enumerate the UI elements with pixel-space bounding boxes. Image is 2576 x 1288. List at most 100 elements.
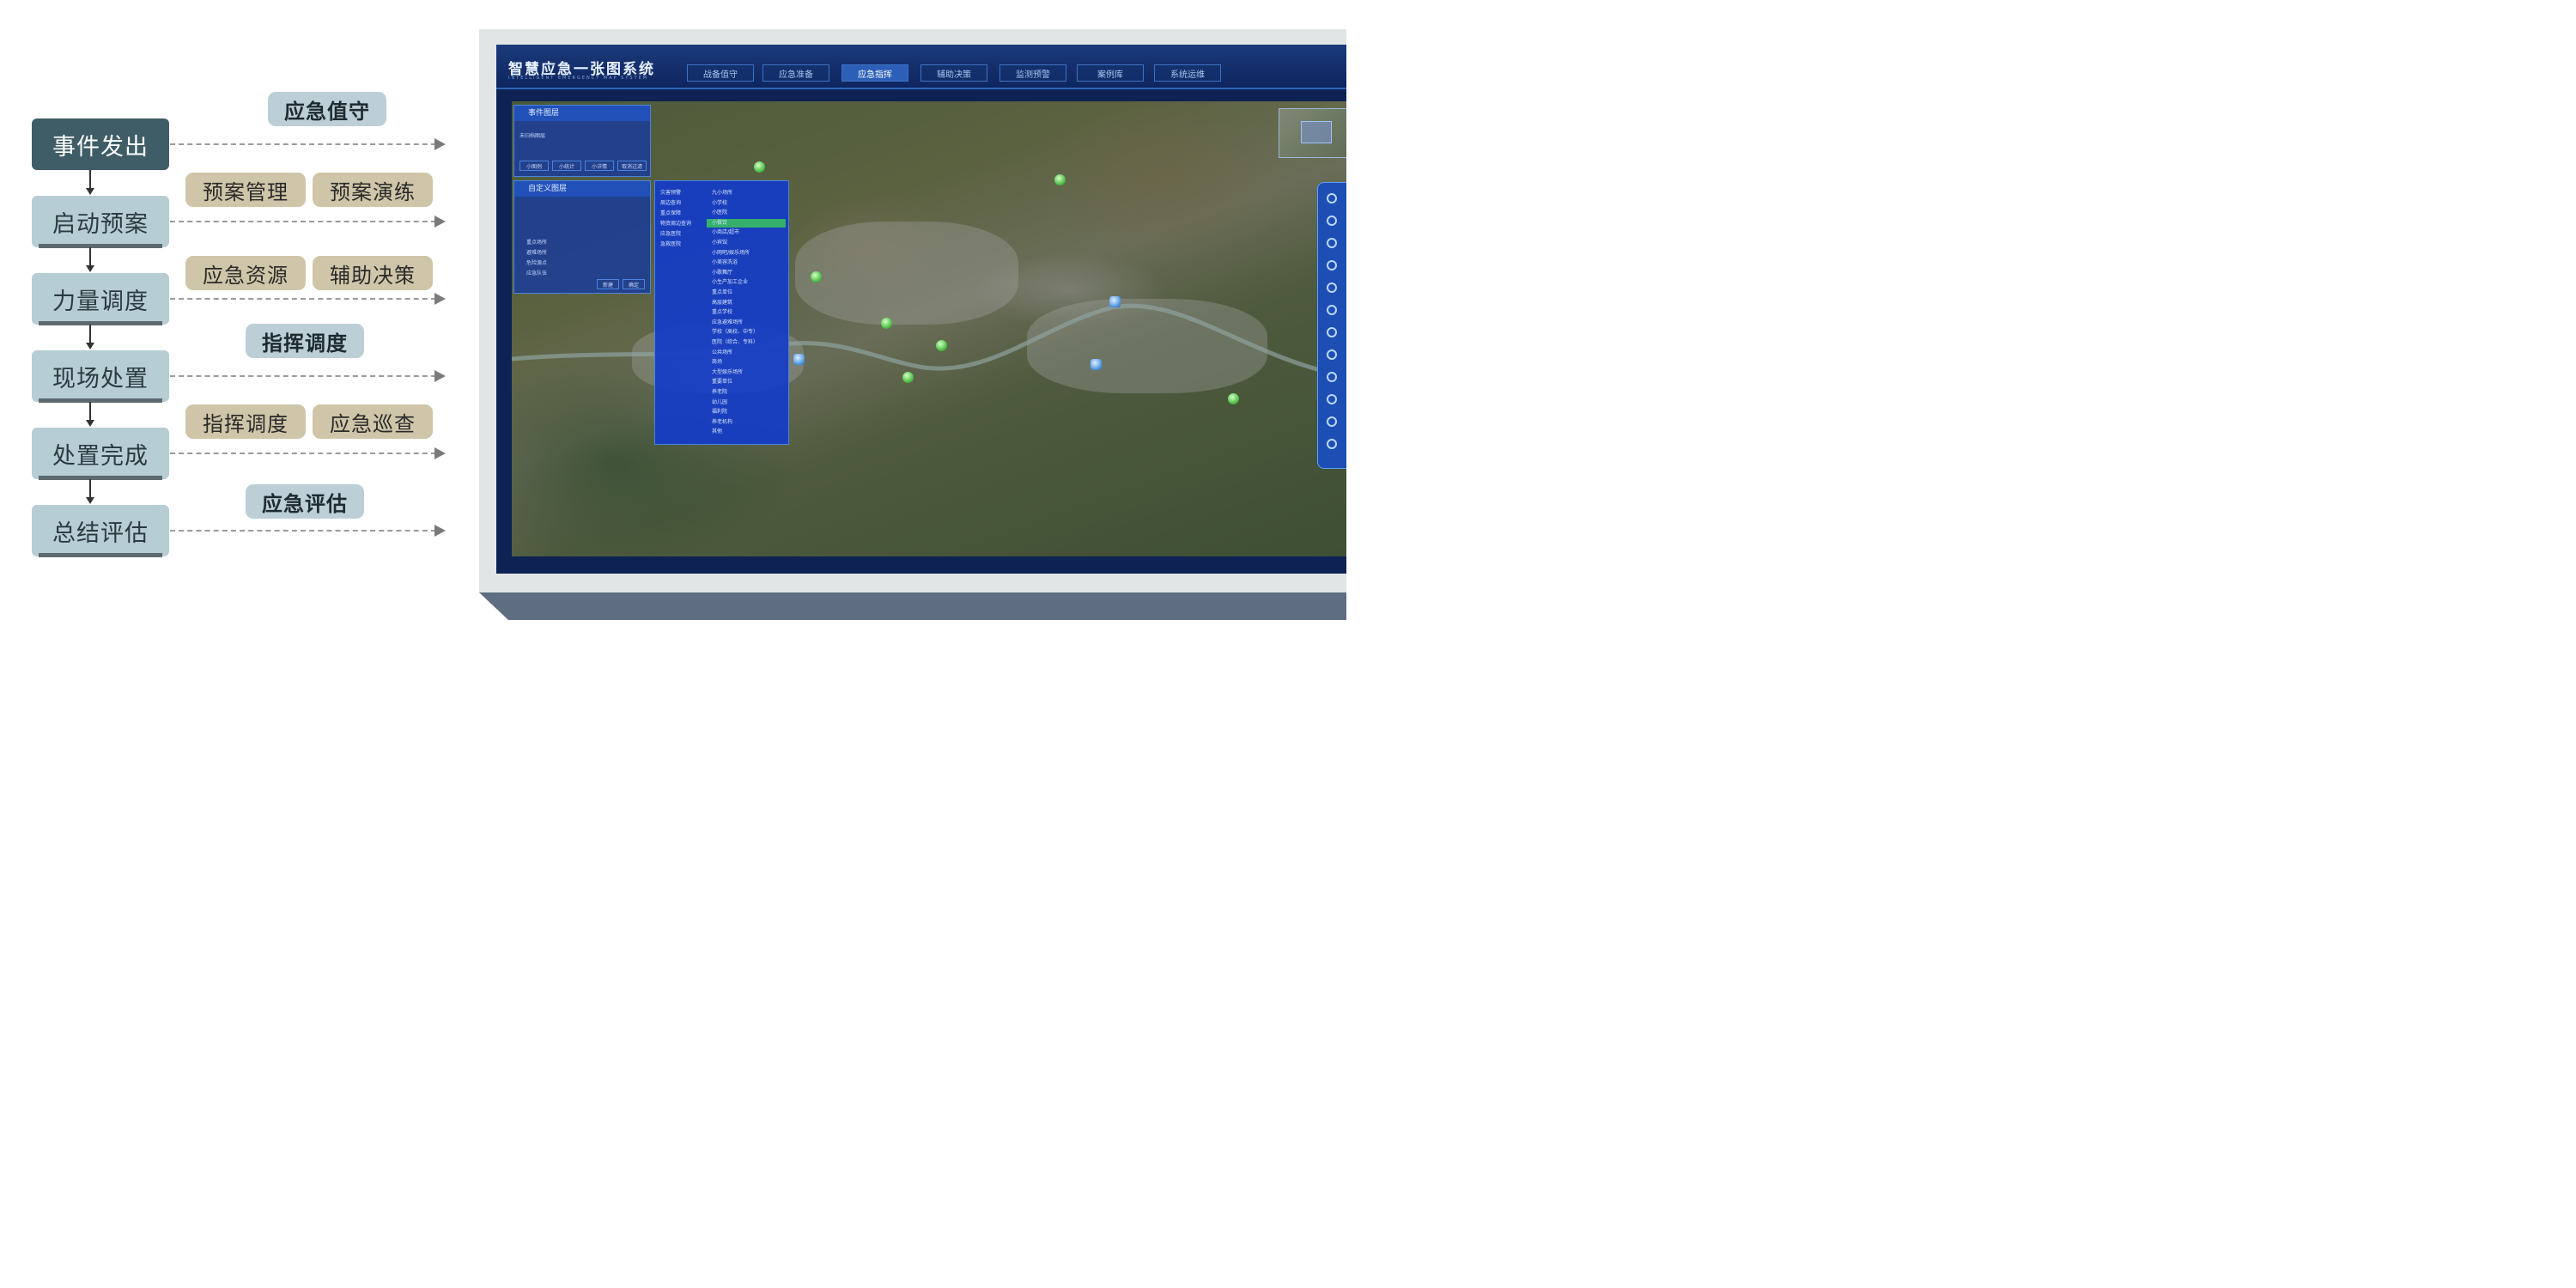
panel-button[interactable]: 小图例 [519, 161, 549, 171]
step-label: 事件发出 [52, 133, 149, 161]
panel-button[interactable]: 小详情 [585, 161, 614, 171]
menu-item[interactable]: 养老机构 [712, 417, 732, 425]
menu-item[interactable]: 小美容洗浴 [712, 258, 738, 265]
tag-label: 应急巡查 [330, 411, 416, 436]
minimap-viewport [1301, 121, 1332, 143]
menu-item[interactable]: 幼儿园 [712, 398, 727, 405]
map-marker-icon[interactable] [1228, 393, 1239, 404]
menu-item[interactable]: 重点保障 [660, 209, 681, 216]
map-marker-icon[interactable] [811, 271, 822, 283]
menu-item[interactable]: 周边查询 [660, 198, 681, 206]
menu-item[interactable]: 小歌舞厅 [712, 268, 732, 276]
dashed-line [170, 221, 436, 222]
tag-emergency-patrol: 应急巡查 [313, 404, 433, 439]
tool-icon[interactable] [1327, 416, 1337, 427]
map-marker-icon[interactable] [881, 318, 892, 329]
menu-item[interactable]: 九小场所 [712, 188, 732, 196]
step-label: 现场处置 [52, 365, 149, 392]
menu-item[interactable]: 小网吧/娱乐场所 [712, 248, 750, 256]
map-marker-icon[interactable] [754, 161, 765, 173]
tab-command[interactable]: 应急指挥 [841, 64, 908, 82]
menu-item[interactable]: 学校（高校、中专） [712, 327, 758, 335]
panel-button[interactable]: 取消过滤 [617, 161, 647, 171]
menu-item[interactable]: 应急医院 [660, 229, 681, 237]
tag-label: 预案演练 [330, 179, 416, 204]
menu-item[interactable]: 小商店/超市 [712, 228, 739, 235]
step-underline [39, 553, 162, 557]
menu-item[interactable]: 小生产加工企业 [712, 277, 748, 285]
menu-item[interactable]: 商场 [712, 357, 722, 365]
menu-item[interactable]: 养老院 [712, 387, 727, 395]
menu-item[interactable]: 医院（综合、专科） [712, 337, 758, 345]
tool-icon[interactable] [1327, 260, 1337, 270]
menu-item[interactable]: 重点学校 [712, 307, 732, 315]
map-marker-icon[interactable] [936, 340, 947, 351]
map-marker-icon[interactable] [793, 354, 805, 365]
tag-label: 指挥调度 [203, 411, 289, 436]
context-menu: 灾害预警周边查询重点保障物资周边查询 应急医院急救医院 九小场所小学校小医院小餐饮… [654, 180, 789, 445]
step-underline [39, 321, 162, 325]
tool-icon[interactable] [1327, 439, 1337, 449]
panel-button[interactable]: 新建 [597, 279, 619, 289]
flow-connector [89, 247, 91, 266]
tag-command-dispatch: 指挥调度 [246, 324, 364, 358]
menu-item[interactable]: 应急避难场所 [712, 318, 743, 325]
map-marker-icon[interactable] [1109, 296, 1121, 307]
menu-item[interactable]: 小医院 [712, 208, 727, 216]
menu-item[interactable]: 小学校 [712, 198, 727, 206]
tool-icon[interactable] [1327, 394, 1337, 404]
panel-row[interactable]: 应急队伍 [526, 269, 547, 276]
tag-label: 应急评估 [262, 491, 348, 516]
tool-icon[interactable] [1327, 216, 1337, 226]
menu-item[interactable]: 小宾馆 [712, 238, 727, 246]
overview-minimap[interactable] [1279, 108, 1346, 158]
tab-decision[interactable]: 辅助决策 [920, 64, 987, 82]
menu-item[interactable]: 其他 [712, 427, 722, 434]
step-summary-evaluation: 总结评估 [32, 505, 169, 557]
map-marker-icon[interactable] [902, 372, 914, 383]
arrow-right-icon [434, 138, 446, 150]
tab-case-library[interactable]: 案例库 [1077, 64, 1144, 82]
flow-arrow-down [86, 265, 94, 272]
tool-icon[interactable] [1327, 193, 1337, 204]
tag-decision-support: 辅助决策 [313, 256, 433, 290]
panel-button[interactable]: 小统计 [552, 161, 581, 171]
tab-duty[interactable]: 战备值守 [687, 64, 754, 82]
menu-item[interactable]: 福利院 [712, 407, 727, 415]
tool-icon[interactable] [1327, 283, 1337, 293]
tab-operations[interactable]: 系统运维 [1154, 64, 1221, 82]
panel-title: 事件图层 [514, 106, 650, 121]
tool-icon[interactable] [1327, 349, 1337, 360]
map-marker-icon[interactable] [1091, 359, 1102, 370]
tool-icon[interactable] [1327, 372, 1337, 382]
panel-row[interactable]: 避难场所 [526, 248, 547, 256]
panel-row[interactable]: 危险源点 [526, 258, 547, 266]
step-force-dispatch: 力量调度 [32, 273, 169, 325]
system-header: 智慧应急一张图系统 INTELLIGENT EMERGENCY MAP SYST… [496, 45, 1346, 89]
menu-item[interactable]: 大型娱乐场所 [712, 368, 743, 375]
tool-icon[interactable] [1327, 327, 1337, 337]
step-label: 启动预案 [52, 210, 149, 238]
tag-emergency-duty: 应急值守 [268, 92, 386, 126]
menu-item[interactable]: 公共场所 [712, 348, 732, 355]
menu-item[interactable]: 高层建筑 [712, 298, 732, 306]
menu-item[interactable]: 重点单位 [712, 288, 732, 295]
tag-command-dispatch-2: 指挥调度 [185, 404, 306, 439]
tool-icon[interactable] [1327, 305, 1337, 315]
tab-preparation[interactable]: 应急准备 [762, 64, 829, 82]
menu-item[interactable]: 灾害预警 [660, 188, 681, 196]
flow-connector [89, 170, 91, 189]
menu-item[interactable]: 小餐饮 [712, 218, 727, 226]
tab-monitoring[interactable]: 监测预警 [999, 64, 1066, 82]
menu-item[interactable]: 急救医院 [660, 240, 681, 247]
menu-item[interactable]: 重要单位 [712, 377, 732, 385]
panel-button[interactable]: 确定 [623, 279, 645, 289]
map-marker-icon[interactable] [1054, 174, 1066, 185]
flow-connector [89, 479, 91, 498]
dashed-line [170, 375, 436, 377]
tag-label: 辅助决策 [330, 263, 416, 288]
panel-row[interactable]: 重点场所 [526, 238, 547, 246]
dashed-line [170, 530, 436, 532]
menu-item[interactable]: 物资周边查询 [660, 219, 691, 227]
tool-icon[interactable] [1327, 238, 1337, 248]
